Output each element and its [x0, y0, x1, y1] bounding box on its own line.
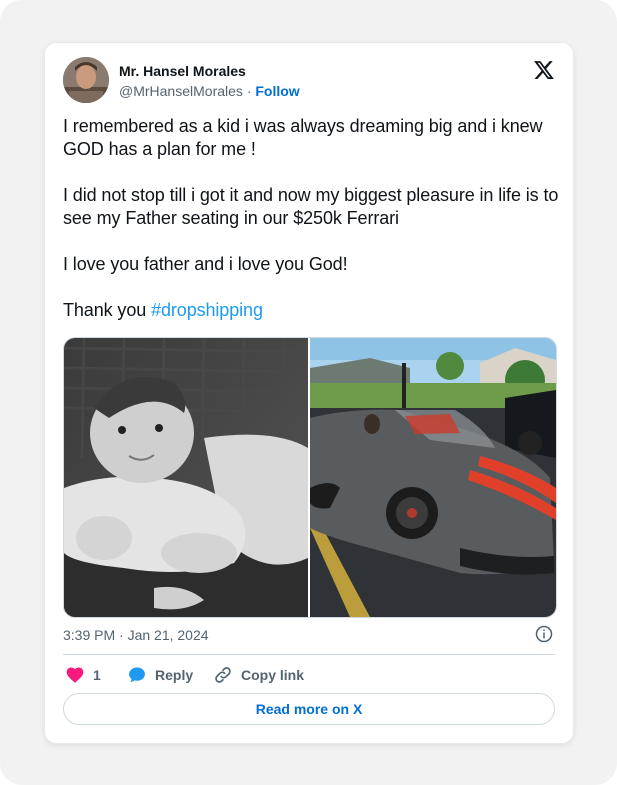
- tweet-paragraph-thanks: Thank you #dropshipping: [63, 299, 559, 322]
- author-name[interactable]: Mr. Hansel Morales: [119, 63, 246, 79]
- x-logo-icon[interactable]: [533, 59, 555, 81]
- follow-button[interactable]: Follow: [255, 83, 299, 99]
- thanks-text: Thank you: [63, 300, 152, 320]
- avatar-image: [63, 57, 109, 103]
- read-more-button[interactable]: Read more on X: [63, 693, 555, 725]
- reply-bubble-icon: [129, 667, 145, 683]
- author-handle-row: @MrHanselMorales · Follow: [119, 83, 300, 99]
- link-icon: [215, 667, 231, 683]
- info-icon[interactable]: [535, 625, 553, 643]
- ferrari-photo[interactable]: [310, 338, 556, 617]
- tweet-paragraph: I love you father and i love you God!: [63, 254, 348, 274]
- separator-dot: ·: [246, 83, 252, 99]
- reply-button[interactable]: Reply: [127, 663, 193, 687]
- tweet-timestamp[interactable]: 3:39 PM · Jan 21, 2024: [63, 627, 209, 643]
- tweet-card: Mr. Hansel Morales @MrHanselMorales · Fo…: [44, 42, 574, 744]
- avatar[interactable]: [63, 57, 109, 103]
- copy-link-label: Copy link: [241, 667, 305, 683]
- tweet-paragraph: I remembered as a kid i was always dream…: [63, 116, 543, 159]
- like-count: 1: [93, 667, 101, 683]
- hashtag-link[interactable]: #dropshipping: [151, 300, 263, 320]
- heart-icon: [66, 667, 84, 683]
- reply-label: Reply: [155, 667, 194, 683]
- author-handle[interactable]: @MrHanselMorales: [119, 83, 243, 99]
- copy-link-button[interactable]: Copy link: [213, 663, 304, 687]
- baby-photo[interactable]: [64, 338, 308, 617]
- tweet-text: I remembered as a kid i was always dream…: [63, 115, 559, 345]
- tweet-actions: 1 Reply Copy link: [63, 663, 555, 687]
- tweet-paragraph: I did not stop till i got it and now my …: [63, 185, 559, 228]
- tweet-media[interactable]: [63, 337, 557, 618]
- divider: [63, 654, 555, 655]
- like-button[interactable]: 1: [65, 663, 101, 687]
- read-more-label: Read more on X: [255, 701, 363, 717]
